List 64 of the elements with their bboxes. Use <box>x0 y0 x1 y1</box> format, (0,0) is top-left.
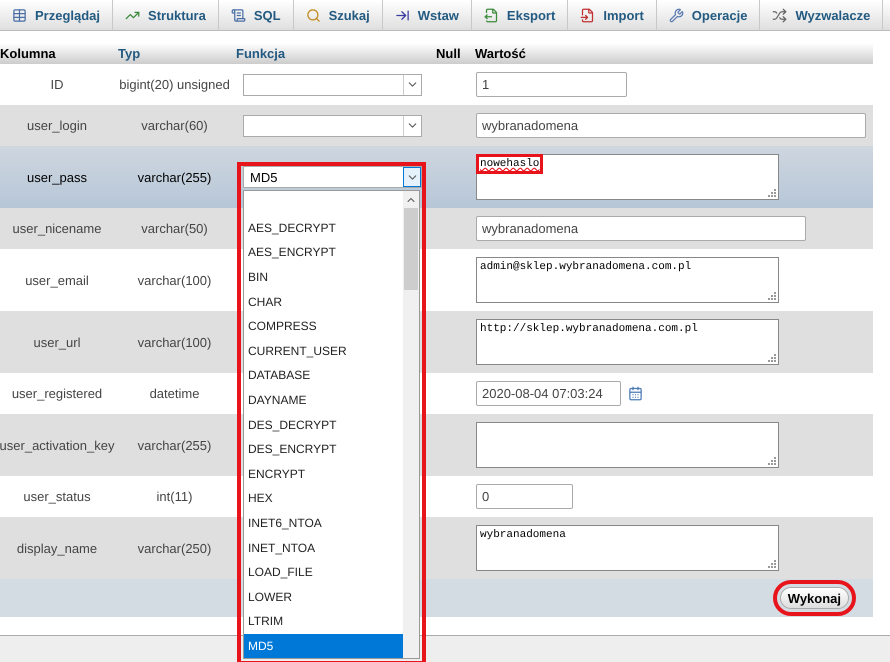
resize-grip-icon[interactable] <box>768 354 776 362</box>
shuffle-icon <box>772 8 788 23</box>
column-name: user_email <box>25 272 89 288</box>
column-name: user_status <box>23 489 91 504</box>
file-arrow-icon <box>580 8 596 23</box>
function-select[interactable]: MD5 <box>243 166 422 188</box>
scroll-icon <box>230 8 246 23</box>
arrow-icon <box>394 8 410 23</box>
column-header: Kolumna <box>0 46 56 61</box>
function-select[interactable] <box>243 74 422 96</box>
scrollbar-thumb[interactable] <box>404 208 418 290</box>
column-type: varchar(50) <box>141 221 208 236</box>
column-type: varchar(100) <box>138 272 212 288</box>
column-name: ID <box>50 77 64 92</box>
column-type: varchar(60) <box>141 118 208 133</box>
column-name: user_registered <box>12 386 102 401</box>
wrench-icon <box>668 8 684 23</box>
calendar-icon[interactable] <box>628 386 643 401</box>
textarea-field[interactable]: admin@sklep.wybranadomena.com.pl <box>476 257 779 303</box>
tab[interactable]: Eksport <box>472 0 568 31</box>
tab[interactable]: Struktura <box>113 0 219 31</box>
column-name: user_activation_key <box>0 438 114 452</box>
file-arrow-icon <box>484 8 499 23</box>
column-header[interactable]: Typ <box>114 46 140 61</box>
column-type: int(11) <box>156 489 192 504</box>
column-name: display_name <box>16 540 98 556</box>
tab[interactable]: Operacje <box>656 0 760 31</box>
tab[interactable]: Import <box>568 0 657 31</box>
textarea-field[interactable]: wybranadomena <box>476 525 779 571</box>
resize-grip-icon[interactable] <box>768 189 776 197</box>
column-name: user_url <box>34 334 80 350</box>
input-field[interactable]: wybranadomena <box>476 113 866 138</box>
textarea-field[interactable]: http://sklep.wybranadomena.com.pl <box>476 319 779 365</box>
column-type: varchar(255) <box>138 438 212 452</box>
column-name: user_pass <box>27 170 87 184</box>
column-type: datetime <box>150 386 200 401</box>
column-type: bigint(20) unsigned <box>119 77 230 92</box>
dropdown-option[interactable]: MD5 <box>244 634 403 658</box>
tab[interactable]: Przeglądaj <box>0 0 114 31</box>
input-field[interactable]: 0 <box>476 484 573 509</box>
tab[interactable]: Wyzwalacze <box>760 0 884 31</box>
resize-grip-icon[interactable] <box>768 457 776 465</box>
column-header: Wartość <box>474 46 526 61</box>
column-header: Null <box>435 46 461 61</box>
column-type: varchar(255) <box>138 170 212 184</box>
table-icon <box>12 8 27 23</box>
column-header[interactable]: Funkcja <box>235 46 286 61</box>
column-name: user_nicename <box>12 221 102 236</box>
scrollbar[interactable] <box>403 191 419 658</box>
textarea-field[interactable]: nowehaslo <box>476 154 779 200</box>
tab[interactable]: Wstaw <box>382 0 472 31</box>
input-field[interactable]: 1 <box>476 72 627 97</box>
function-select[interactable] <box>243 114 422 136</box>
input-field[interactable]: wybranadomena <box>476 216 806 241</box>
search-icon <box>306 8 321 23</box>
input-field[interactable]: 2020-08-04 07:03:24 <box>476 381 621 406</box>
tab[interactable]: Szukaj <box>294 0 383 31</box>
column-name: user_login <box>27 118 87 133</box>
resize-grip-icon[interactable] <box>768 292 776 300</box>
resize-grip-icon[interactable] <box>768 560 776 568</box>
tab[interactable]: SQL <box>218 0 294 31</box>
column-type: varchar(100) <box>138 334 212 350</box>
column-type: varchar(250) <box>138 540 212 556</box>
textarea-field[interactable] <box>476 422 779 468</box>
